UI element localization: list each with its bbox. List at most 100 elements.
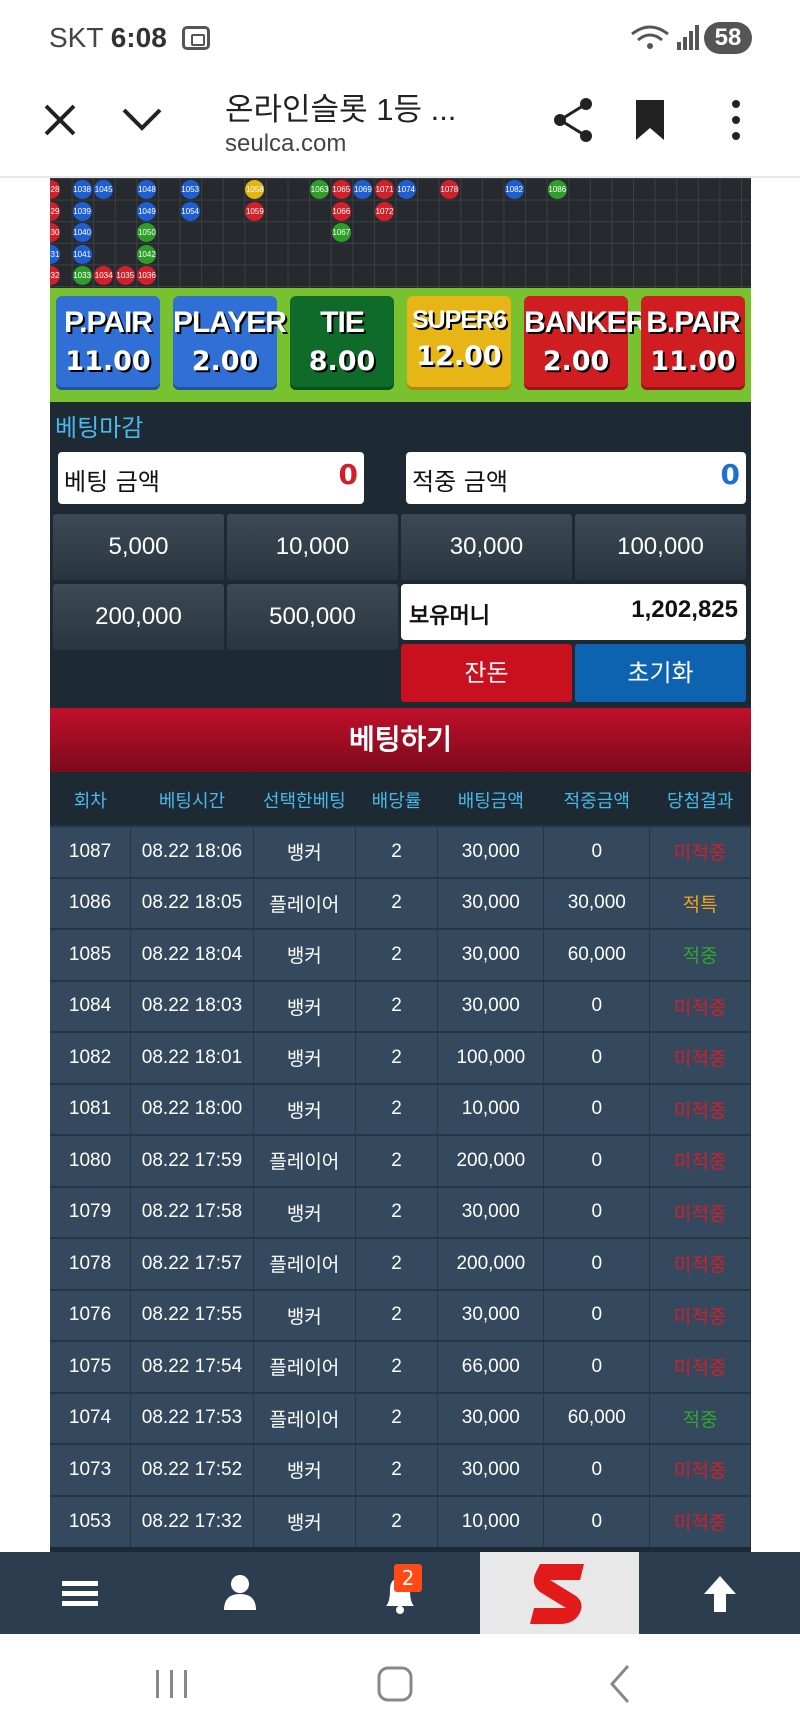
bead-marker: 1063 <box>310 180 330 199</box>
cell-round: 1074 <box>50 1391 132 1444</box>
cell-round: 1075 <box>50 1340 132 1393</box>
signal-icon <box>677 25 699 50</box>
chip-200000-button[interactable]: 200,000 <box>53 584 224 650</box>
cell-win-amount: 0 <box>543 825 651 878</box>
chip-500000-button[interactable]: 500,000 <box>227 584 398 650</box>
recent-apps-icon[interactable] <box>150 1656 194 1712</box>
bet-name: PLAYER <box>173 306 287 339</box>
bet-odds: 2.00 <box>191 346 259 377</box>
bead-marker: 1054 <box>180 201 200 221</box>
table-row: 1081 08.22 18:00 뱅커 2 10,000 0 미적중 <box>50 1082 751 1135</box>
cell-odds: 2 <box>355 1031 439 1084</box>
carrier: SKT <box>49 22 103 53</box>
cell-round: 1073 <box>50 1443 132 1496</box>
share-icon[interactable] <box>552 96 596 144</box>
reset-button[interactable]: 초기화 <box>575 644 746 702</box>
table-row: 1087 08.22 18:06 뱅커 2 30,000 0 미적중 <box>50 825 751 878</box>
carrier-time: SKT 6:08 <box>49 22 167 54</box>
status-bar: SKT 6:08 58 <box>0 0 800 74</box>
cell-win-amount: 0 <box>543 1443 651 1496</box>
cell-selection: 뱅커 <box>253 1185 356 1238</box>
cell-selection: 뱅커 <box>253 1443 356 1496</box>
bet-odds: 11.00 <box>65 346 151 377</box>
bead-marker: 1058 <box>245 180 265 199</box>
table-row: 1080 08.22 17:59 플레이어 2 200,000 0 미적중 <box>50 1134 751 1187</box>
bet-odds: 11.00 <box>650 346 736 377</box>
bead-marker: 1041 <box>72 244 92 264</box>
change-button[interactable]: 잔돈 <box>401 644 572 702</box>
cell-selection: 플레이어 <box>253 1340 356 1393</box>
cell-round: 1081 <box>50 1082 132 1135</box>
cell-result: 적중 <box>649 928 751 981</box>
page-title: 온라인슬롯 1등 ... <box>225 92 457 127</box>
cell-odds: 2 <box>355 825 439 878</box>
bookmark-icon[interactable] <box>634 98 666 142</box>
cell-result: 미적중 <box>649 1237 751 1290</box>
bead-marker: 1032 <box>50 266 60 286</box>
wifi-icon <box>631 25 669 49</box>
cell-round: 1082 <box>50 1031 132 1084</box>
close-icon[interactable] <box>40 100 80 140</box>
table-row: 1076 08.22 17:55 뱅커 2 30,000 0 미적중 <box>50 1288 751 1341</box>
bead-marker: 1074 <box>396 180 416 199</box>
bet-player-button[interactable]: PLAYER 2.00 <box>173 296 287 390</box>
cell-round: 1053 <box>50 1494 132 1547</box>
cell-odds: 2 <box>355 979 439 1032</box>
cell-selection: 뱅커 <box>253 1031 356 1084</box>
bet-player-pair-button[interactable]: P.PAIR 11.00 <box>56 296 160 390</box>
place-bet-button[interactable]: 베팅하기 <box>50 708 751 772</box>
cell-odds: 2 <box>355 876 439 929</box>
bet-banker-pair-button[interactable]: B.PAIR 11.00 <box>641 296 745 390</box>
bet-banker-button[interactable]: BANKER 2.00 <box>524 296 647 390</box>
chevron-down-icon[interactable] <box>118 100 166 140</box>
chip-30000-button[interactable]: 30,000 <box>401 514 572 580</box>
table-row: 1073 08.22 17:52 뱅커 2 30,000 0 미적중 <box>50 1443 751 1496</box>
table-row: 1085 08.22 18:04 뱅커 2 30,000 60,000 적중 <box>50 928 751 981</box>
col-selection: 선택한베팅 <box>253 774 356 826</box>
cell-odds: 2 <box>355 1185 439 1238</box>
cell-win-amount: 0 <box>543 1494 651 1547</box>
browser-toolbar: 온라인슬롯 1등 ... seulca.com <box>0 74 800 178</box>
bead-marker: 1066 <box>331 201 351 221</box>
bead-marker: 1048 <box>137 180 157 199</box>
cell-selection: 뱅커 <box>253 1494 356 1547</box>
more-options-icon[interactable] <box>728 98 744 142</box>
cell-result: 미적중 <box>649 1031 751 1084</box>
bead-marker: 1034 <box>94 266 114 286</box>
menu-icon[interactable] <box>0 1552 160 1634</box>
chip-100000-button[interactable]: 100,000 <box>575 514 746 580</box>
cell-bet-time: 08.22 17:54 <box>130 1340 254 1393</box>
col-win-amount: 적중금액 <box>543 774 650 826</box>
bet-tie-button[interactable]: TIE 8.00 <box>290 296 394 390</box>
user-icon[interactable] <box>160 1552 320 1634</box>
bead-marker: 1035 <box>115 266 135 286</box>
cell-result: 미적중 <box>649 1134 751 1187</box>
cell-win-amount: 0 <box>543 1082 651 1135</box>
cell-odds: 2 <box>355 928 439 981</box>
cell-odds: 2 <box>355 1443 439 1496</box>
bead-marker: 1082 <box>504 180 524 199</box>
notification-badge: 2 <box>394 1564 422 1592</box>
cell-result: 미적중 <box>649 1443 751 1496</box>
col-bet-amount: 배팅금액 <box>437 774 544 826</box>
bet-super6-button[interactable]: SUPER6 12.00 <box>407 296 511 390</box>
cell-win-amount: 0 <box>543 1031 651 1084</box>
cell-win-amount: 0 <box>543 1340 651 1393</box>
site-logo[interactable] <box>480 1552 639 1634</box>
cell-result: 미적중 <box>649 1494 751 1547</box>
scroll-top-icon[interactable] <box>640 1552 800 1634</box>
bead-marker: 1039 <box>72 201 92 221</box>
home-icon[interactable] <box>372 1656 420 1712</box>
baccarat-panel: 1028 1029 10301031 1032 1038 1039104010411033… <box>50 178 751 1552</box>
chip-10000-button[interactable]: 10,000 <box>227 514 398 580</box>
cell-bet-amount: 30,000 <box>437 876 545 929</box>
cell-odds: 2 <box>355 1340 439 1393</box>
table-row: 1079 08.22 17:58 뱅커 2 30,000 0 미적중 <box>50 1185 751 1238</box>
chip-5000-button[interactable]: 5,000 <box>53 514 224 580</box>
back-icon[interactable] <box>600 1656 640 1712</box>
cell-bet-amount: 30,000 <box>437 979 545 1032</box>
page-url[interactable]: seulca.com <box>225 130 346 158</box>
cell-bet-amount: 200,000 <box>437 1237 545 1290</box>
table-row: 1084 08.22 18:03 뱅커 2 30,000 0 미적중 <box>50 979 751 1032</box>
bet-odds: 2.00 <box>542 346 610 377</box>
